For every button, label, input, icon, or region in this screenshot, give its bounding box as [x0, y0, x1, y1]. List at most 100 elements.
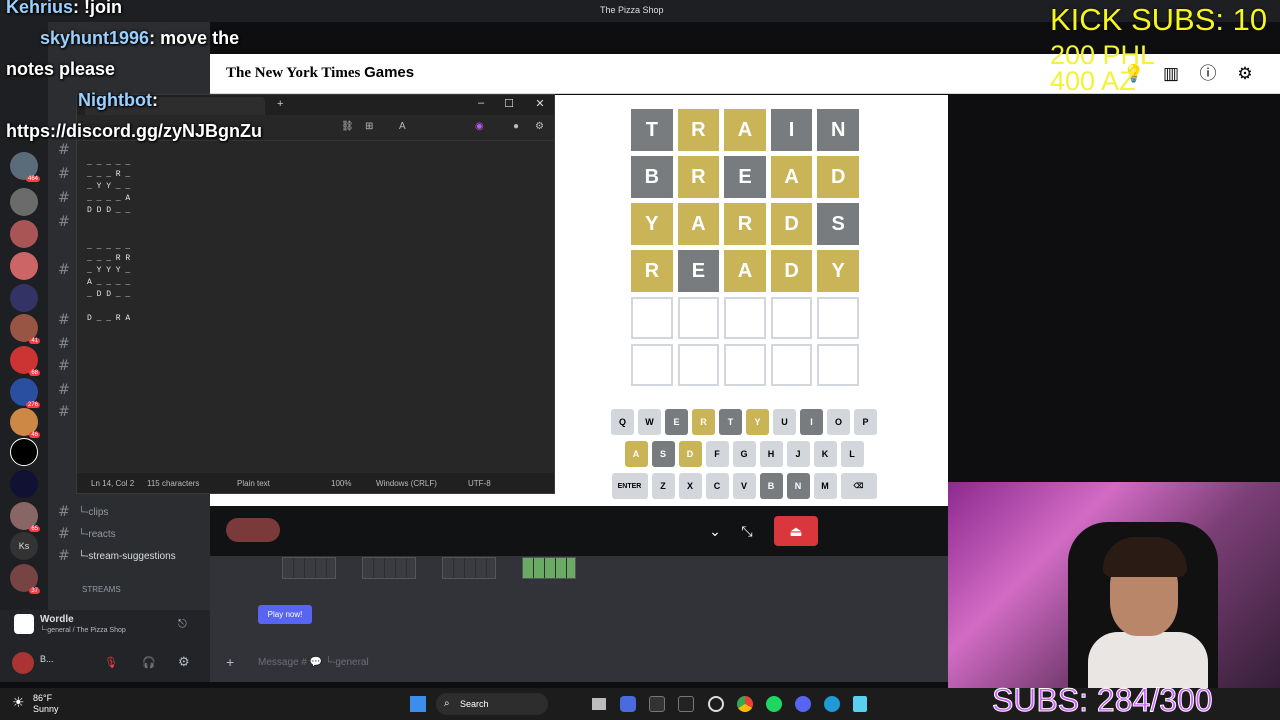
key-z[interactable]: Z	[651, 473, 675, 499]
key-v[interactable]: V	[732, 473, 756, 499]
key-p[interactable]: P	[854, 409, 877, 435]
settings-gear-icon[interactable]: ⚙	[178, 654, 190, 670]
key-a[interactable]: A	[624, 441, 648, 467]
taskview-icon[interactable]	[592, 698, 606, 710]
channel-item[interactable]: #	[58, 190, 70, 208]
key-m[interactable]: M	[813, 473, 837, 499]
key-l[interactable]: L	[840, 441, 864, 467]
collapse-icon[interactable]: ⤡	[732, 516, 762, 546]
new-tab-button[interactable]: +	[277, 98, 283, 110]
channel-item[interactable]: #	[58, 142, 70, 160]
key-b[interactable]: B	[759, 473, 783, 499]
help-icon[interactable]: ⓘ	[1197, 63, 1219, 85]
key-d[interactable]: D	[678, 441, 702, 467]
app-icon[interactable]	[649, 696, 665, 712]
key-q[interactable]: Q	[611, 409, 634, 435]
taskbar-search[interactable]: ⌕ Search	[436, 693, 548, 715]
server-icon[interactable]: 464	[10, 152, 40, 182]
key-k[interactable]: K	[813, 441, 837, 467]
channel-item[interactable]: #	[58, 312, 70, 330]
key-j[interactable]: J	[786, 441, 810, 467]
leave-activity-icon[interactable]: ⎋	[178, 618, 187, 631]
enter-key[interactable]: ENTER	[611, 473, 648, 499]
server-icon[interactable]	[10, 188, 38, 216]
weather-icon[interactable]: ☀	[12, 694, 25, 711]
minimize-button[interactable]: –	[471, 97, 491, 109]
deafen-icon[interactable]: 🎧	[142, 656, 156, 669]
key-e[interactable]: E	[665, 409, 688, 435]
server-icon[interactable]	[10, 438, 38, 466]
settings-gear-icon[interactable]: ⚙	[1234, 63, 1256, 85]
channel-item[interactable]: #	[58, 404, 70, 422]
key-w[interactable]: W	[638, 409, 661, 435]
key-i[interactable]: I	[800, 409, 823, 435]
backspace-key[interactable]: ⌫	[840, 473, 877, 499]
message-input[interactable]: + Message # 💬 └-general	[226, 650, 926, 676]
chevron-down-icon[interactable]: ⌄	[700, 516, 730, 546]
app-icon[interactable]	[678, 696, 694, 712]
participants-avatars[interactable]	[226, 518, 280, 542]
server-icon[interactable]: Ks	[10, 532, 38, 560]
key-t[interactable]: T	[719, 409, 742, 435]
avatar[interactable]	[12, 652, 34, 674]
spotify-icon[interactable]	[766, 696, 782, 712]
start-icon[interactable]	[410, 696, 426, 712]
channel-item[interactable]: #	[58, 166, 70, 184]
nyt-logo[interactable]: The New York Times Games	[226, 64, 414, 82]
channel-item[interactable]: #	[58, 336, 70, 354]
app-icon[interactable]	[708, 696, 724, 712]
screen: The Pizza Shop 464 41 68 276 46 65 Ks 37…	[0, 0, 1280, 720]
link-icon[interactable]: ⛓	[341, 121, 354, 132]
format-icon[interactable]: A	[399, 121, 406, 132]
channel-item[interactable]: #	[58, 382, 70, 400]
key-s[interactable]: S	[651, 441, 675, 467]
zoom-level[interactable]: 100%	[331, 479, 351, 488]
username: B...	[40, 654, 54, 664]
channel-clips[interactable]: # └-clips	[58, 504, 108, 522]
mute-mic-icon[interactable]: 🎙	[104, 656, 118, 669]
server-icon[interactable]: 41	[10, 314, 40, 344]
key-h[interactable]: H	[759, 441, 783, 467]
table-icon[interactable]: ⊞	[365, 121, 373, 132]
edge-icon[interactable]	[824, 696, 840, 712]
board-tile	[677, 344, 720, 386]
server-icon[interactable]	[10, 284, 38, 312]
notepad-icon[interactable]	[853, 696, 867, 712]
server-icon[interactable]	[10, 220, 38, 248]
close-button[interactable]: ✕	[530, 97, 550, 110]
server-icon[interactable]: 68	[10, 346, 40, 376]
account-icon[interactable]: ●	[513, 121, 519, 132]
app-icon[interactable]	[620, 696, 636, 712]
server-icon[interactable]: 37	[10, 564, 40, 594]
channel-item[interactable]: #	[58, 262, 70, 280]
discord-icon[interactable]	[795, 696, 811, 712]
settings-gear-icon[interactable]: ⚙	[535, 121, 544, 132]
server-icon[interactable]: 65	[10, 502, 40, 532]
key-c[interactable]: C	[705, 473, 729, 499]
channel-item[interactable]: #	[58, 358, 70, 376]
key-g[interactable]: G	[732, 441, 756, 467]
channel-reacts[interactable]: # └-reacts	[58, 526, 116, 544]
chrome-icon[interactable]	[737, 696, 753, 712]
key-r[interactable]: R	[692, 409, 715, 435]
add-attachment-icon[interactable]: +	[226, 654, 234, 670]
server-icon[interactable]	[10, 252, 38, 280]
key-x[interactable]: X	[678, 473, 702, 499]
key-f[interactable]: F	[705, 441, 729, 467]
channel-stream-suggestions[interactable]: # └-stream-suggestions	[58, 548, 176, 566]
key-n[interactable]: N	[786, 473, 810, 499]
stats-icon[interactable]: ▥	[1160, 63, 1182, 85]
maximize-button[interactable]: ☐	[499, 97, 519, 110]
server-icon[interactable]: 276	[10, 378, 40, 408]
key-u[interactable]: U	[773, 409, 796, 435]
play-now-button[interactable]: Play now!	[258, 605, 312, 624]
copilot-icon[interactable]: ◉	[475, 121, 484, 132]
server-icon[interactable]: 46	[10, 408, 40, 438]
key-y[interactable]: Y	[746, 409, 769, 435]
leave-activity-button[interactable]: ⏏	[774, 516, 818, 546]
server-icon[interactable]	[10, 470, 38, 498]
board-row	[631, 297, 859, 339]
notepad-text[interactable]: _ _ _ _ _ _ _ _ R _ _ Y Y _ _ _ _ _ _ A …	[87, 157, 130, 325]
key-o[interactable]: O	[827, 409, 850, 435]
channel-item[interactable]: #	[58, 214, 70, 232]
